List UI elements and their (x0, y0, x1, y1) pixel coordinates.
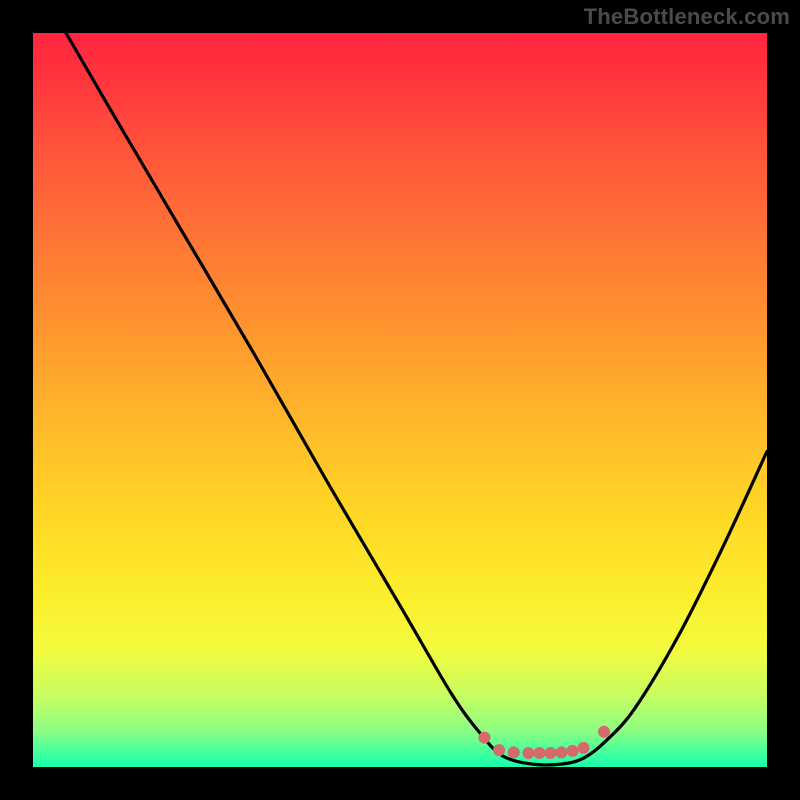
marker-dot (522, 747, 534, 759)
marker-dot (493, 744, 505, 756)
marker-dot (544, 747, 556, 759)
marker-dot (508, 746, 520, 758)
chart-frame: TheBottleneck.com (0, 0, 800, 800)
bottleneck-curve (66, 33, 767, 765)
marker-dot (533, 747, 545, 759)
marker-dot (598, 726, 610, 738)
plot-area (33, 33, 767, 767)
marker-dot (578, 742, 590, 754)
marker-dot (478, 732, 490, 744)
marker-dot (566, 745, 578, 757)
watermark-text: TheBottleneck.com (584, 4, 790, 30)
marker-dot (555, 746, 567, 758)
chart-svg (33, 33, 767, 767)
